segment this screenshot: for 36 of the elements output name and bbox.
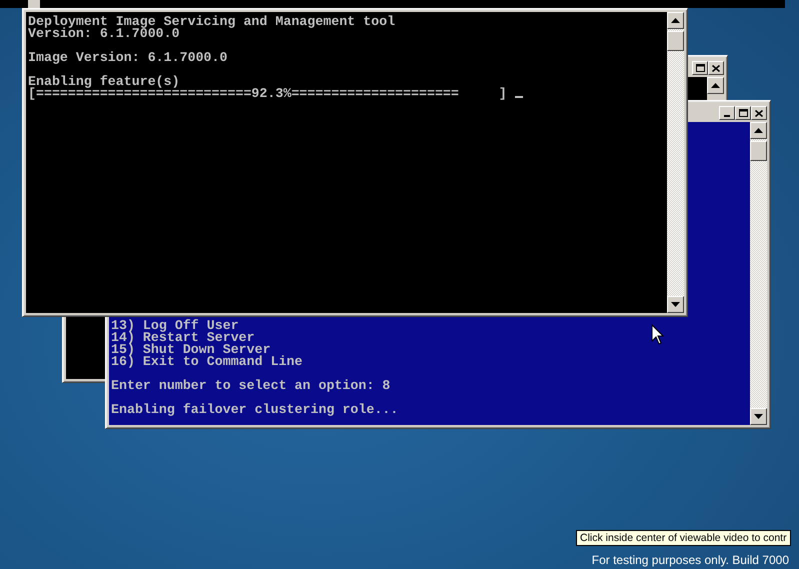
close-button[interactable] [708, 61, 724, 75]
maximize-button[interactable] [735, 106, 751, 120]
scroll-down-button[interactable] [667, 296, 684, 313]
up-arrow-icon [711, 83, 720, 88]
minimize-icon [724, 115, 730, 117]
build-label: For testing purposes only. Build 7000 [592, 553, 789, 567]
down-arrow-icon [754, 414, 763, 419]
vertical-scrollbar[interactable] [667, 12, 684, 313]
console-text: Enter number to select an option: 8 [111, 378, 390, 393]
mouse-pointer-icon [651, 324, 665, 346]
console-text: 13) Log Off User [111, 318, 239, 333]
scroll-up-button[interactable] [667, 12, 684, 29]
maximize-button[interactable] [692, 61, 708, 75]
maximize-icon [696, 64, 704, 72]
tooltip: Click inside center of viewable video to contr [576, 530, 791, 546]
text-cursor [514, 96, 523, 98]
maximize-icon [738, 109, 748, 117]
console-text: Deployment Image Servicing and Management tool [28, 14, 396, 29]
console-text: [===========================92.3%===================== ] [28, 86, 507, 101]
console-text: 16) Exit to Command Line [111, 354, 303, 369]
console-text: Image Version: 6.1.7000.0 [28, 50, 228, 65]
down-arrow-icon [671, 302, 680, 307]
console-text: Enabling failover clustering role... [111, 402, 398, 417]
console-text: Enabling feature(s) [28, 74, 180, 89]
up-arrow-icon [754, 128, 763, 133]
scroll-thumb[interactable] [667, 31, 684, 51]
close-icon [712, 64, 720, 72]
scroll-thumb[interactable] [750, 141, 767, 161]
up-arrow-icon [671, 18, 680, 23]
minimize-button[interactable] [719, 106, 735, 120]
close-button[interactable] [751, 106, 767, 120]
scroll-up-button[interactable] [707, 77, 724, 94]
scroll-down-button[interactable] [750, 408, 767, 425]
scroll-up-button[interactable] [750, 122, 767, 139]
close-icon [755, 110, 763, 116]
vertical-scrollbar[interactable] [750, 122, 767, 425]
